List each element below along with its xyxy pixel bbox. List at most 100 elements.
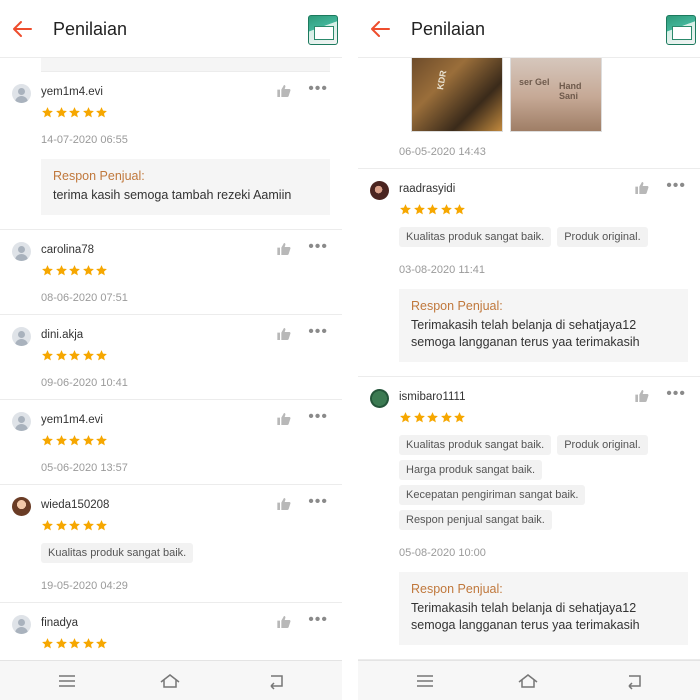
arrow-left-icon[interactable] <box>10 17 34 41</box>
avatar[interactable] <box>12 615 31 634</box>
review-tag: Produk original. <box>557 435 648 455</box>
reviewer-name[interactable]: yem1m4.evi <box>41 86 103 98</box>
star-icon <box>95 264 109 281</box>
more-dots-icon[interactable]: ••• <box>666 177 686 195</box>
back-nav-icon[interactable] <box>621 669 645 693</box>
star-icon <box>82 637 96 654</box>
more-dots-icon[interactable]: ••• <box>666 385 686 403</box>
more-dots-icon[interactable]: ••• <box>308 323 328 341</box>
more-dots-icon[interactable]: ••• <box>308 408 328 426</box>
star-icon <box>68 349 82 366</box>
star-icon <box>55 637 69 654</box>
reviewer-name[interactable]: carolina78 <box>41 244 94 256</box>
reviewer-name[interactable]: wieda150208 <box>41 499 109 511</box>
home-icon[interactable] <box>158 669 182 693</box>
reviewer-name[interactable]: yem1m4.evi <box>41 414 103 426</box>
avatar[interactable] <box>12 412 31 431</box>
star-rating <box>41 106 330 122</box>
star-icon <box>55 106 69 123</box>
review-item: finadya ••• <box>0 603 342 660</box>
seller-response-label: Respon Penjual: <box>411 582 503 596</box>
star-icon <box>68 637 82 654</box>
seller-response: Respon Penjual: Terimakasih telah belanja… <box>399 289 688 362</box>
page-title: Penilaian <box>411 19 486 39</box>
reviewer-name[interactable]: ismibaro1111 <box>399 391 465 403</box>
avatar[interactable] <box>12 84 31 103</box>
star-icon <box>95 637 109 654</box>
star-icon <box>453 203 467 220</box>
avatar[interactable] <box>12 242 31 261</box>
menu-icon[interactable] <box>413 669 437 693</box>
star-icon <box>426 203 440 220</box>
screen-left: Penilaian yem1m4.evi ••• 14-07-2020 06:55 R… <box>0 0 342 700</box>
review-date: 06-05-2020 14:43 <box>399 146 486 158</box>
star-icon <box>55 349 69 366</box>
thumbs-up-icon[interactable] <box>276 83 292 99</box>
star-icon <box>41 349 55 366</box>
review-photos: KDR ser Gel Hand Sani <box>398 58 688 146</box>
star-icon <box>41 637 55 654</box>
review-list[interactable]: KDR ser Gel Hand Sani 06-05-2020 14:43 r… <box>358 58 700 660</box>
screen-right: Penilaian KDR ser Gel Hand Sani 06-05-20… <box>358 0 700 700</box>
seller-response-label: Respon Penjual: <box>53 169 145 183</box>
more-dots-icon[interactable]: ••• <box>308 493 328 511</box>
star-icon <box>82 434 96 451</box>
back-nav-icon[interactable] <box>263 669 287 693</box>
star-icon <box>55 434 69 451</box>
reviewer-name[interactable]: dini.akja <box>41 329 83 341</box>
avatar[interactable] <box>12 327 31 346</box>
thumbs-up-icon[interactable] <box>276 496 292 512</box>
review-tags: Kualitas produk sangat baik. Produk origi… <box>399 435 688 535</box>
review-tag: Kualitas produk sangat baik. <box>399 435 552 455</box>
review-item: ismibaro1111 ••• Kualitas produk sangat ba… <box>358 377 700 660</box>
gutter <box>342 0 358 700</box>
star-icon <box>41 106 55 123</box>
review-photo[interactable]: KDR <box>411 58 503 132</box>
review-header: raadrasyidi ••• <box>370 177 688 201</box>
photo-label: Hand Sani <box>559 81 582 101</box>
arrow-left-icon[interactable] <box>368 17 392 41</box>
star-icon <box>413 203 427 220</box>
thumbs-up-icon[interactable] <box>276 326 292 342</box>
more-dots-icon[interactable]: ••• <box>308 611 328 629</box>
thumbs-up-icon[interactable] <box>634 180 650 196</box>
star-icon <box>41 519 55 536</box>
avatar[interactable] <box>370 181 389 200</box>
review-photo[interactable]: ser Gel Hand Sani <box>510 58 602 132</box>
thumbs-up-icon[interactable] <box>276 614 292 630</box>
more-dots-icon[interactable]: ••• <box>308 238 328 256</box>
thumbs-up-icon[interactable] <box>276 241 292 257</box>
seller-response-label: Respon Penjual: <box>411 299 503 313</box>
review-tag: Produk original. <box>557 227 648 247</box>
seller-response-text: Terimakasih telah belanja di sehatjaya12… <box>411 601 640 632</box>
thumbs-up-icon[interactable] <box>276 411 292 427</box>
product-thumbnail[interactable] <box>308 15 338 45</box>
photo-label: ser Gel <box>519 77 550 87</box>
home-icon[interactable] <box>516 669 540 693</box>
seller-response-text: Terimakasih telah belanja di sehatjaya12… <box>411 318 640 349</box>
product-thumbnail[interactable] <box>666 15 696 45</box>
header: Penilaian <box>0 0 342 58</box>
star-icon <box>68 519 82 536</box>
avatar[interactable] <box>12 497 31 516</box>
star-icon <box>68 106 82 123</box>
review-item: carolina78 ••• 08-06-2020 07:51 <box>0 230 342 315</box>
review-tag: Kualitas produk sangat baik. <box>41 543 194 563</box>
avatar[interactable] <box>370 389 389 408</box>
review-date: 05-08-2020 10:00 <box>399 547 486 559</box>
star-icon <box>453 411 467 428</box>
review-tag: Harga produk sangat baik. <box>399 460 543 480</box>
seller-response: Respon Penjual: Terimakasih telah belanja… <box>399 572 688 645</box>
star-rating <box>41 637 330 653</box>
more-dots-icon[interactable]: ••• <box>308 80 328 98</box>
review-list[interactable]: yem1m4.evi ••• 14-07-2020 06:55 Respon Penj… <box>0 58 342 660</box>
star-icon <box>440 411 454 428</box>
photo-review: KDR ser Gel Hand Sani 06-05-2020 14:43 <box>358 58 700 169</box>
menu-icon[interactable] <box>55 669 79 693</box>
seller-response: Respon Penjual: terima kasih semoga tamba… <box>41 159 330 215</box>
thumbs-up-icon[interactable] <box>634 388 650 404</box>
star-rating <box>41 434 330 450</box>
seller-response-text: terima kasih semoga tambah rezeki Aamiin <box>53 188 292 202</box>
reviewer-name[interactable]: raadrasyidi <box>399 183 455 195</box>
reviewer-name[interactable]: finadya <box>41 617 78 629</box>
